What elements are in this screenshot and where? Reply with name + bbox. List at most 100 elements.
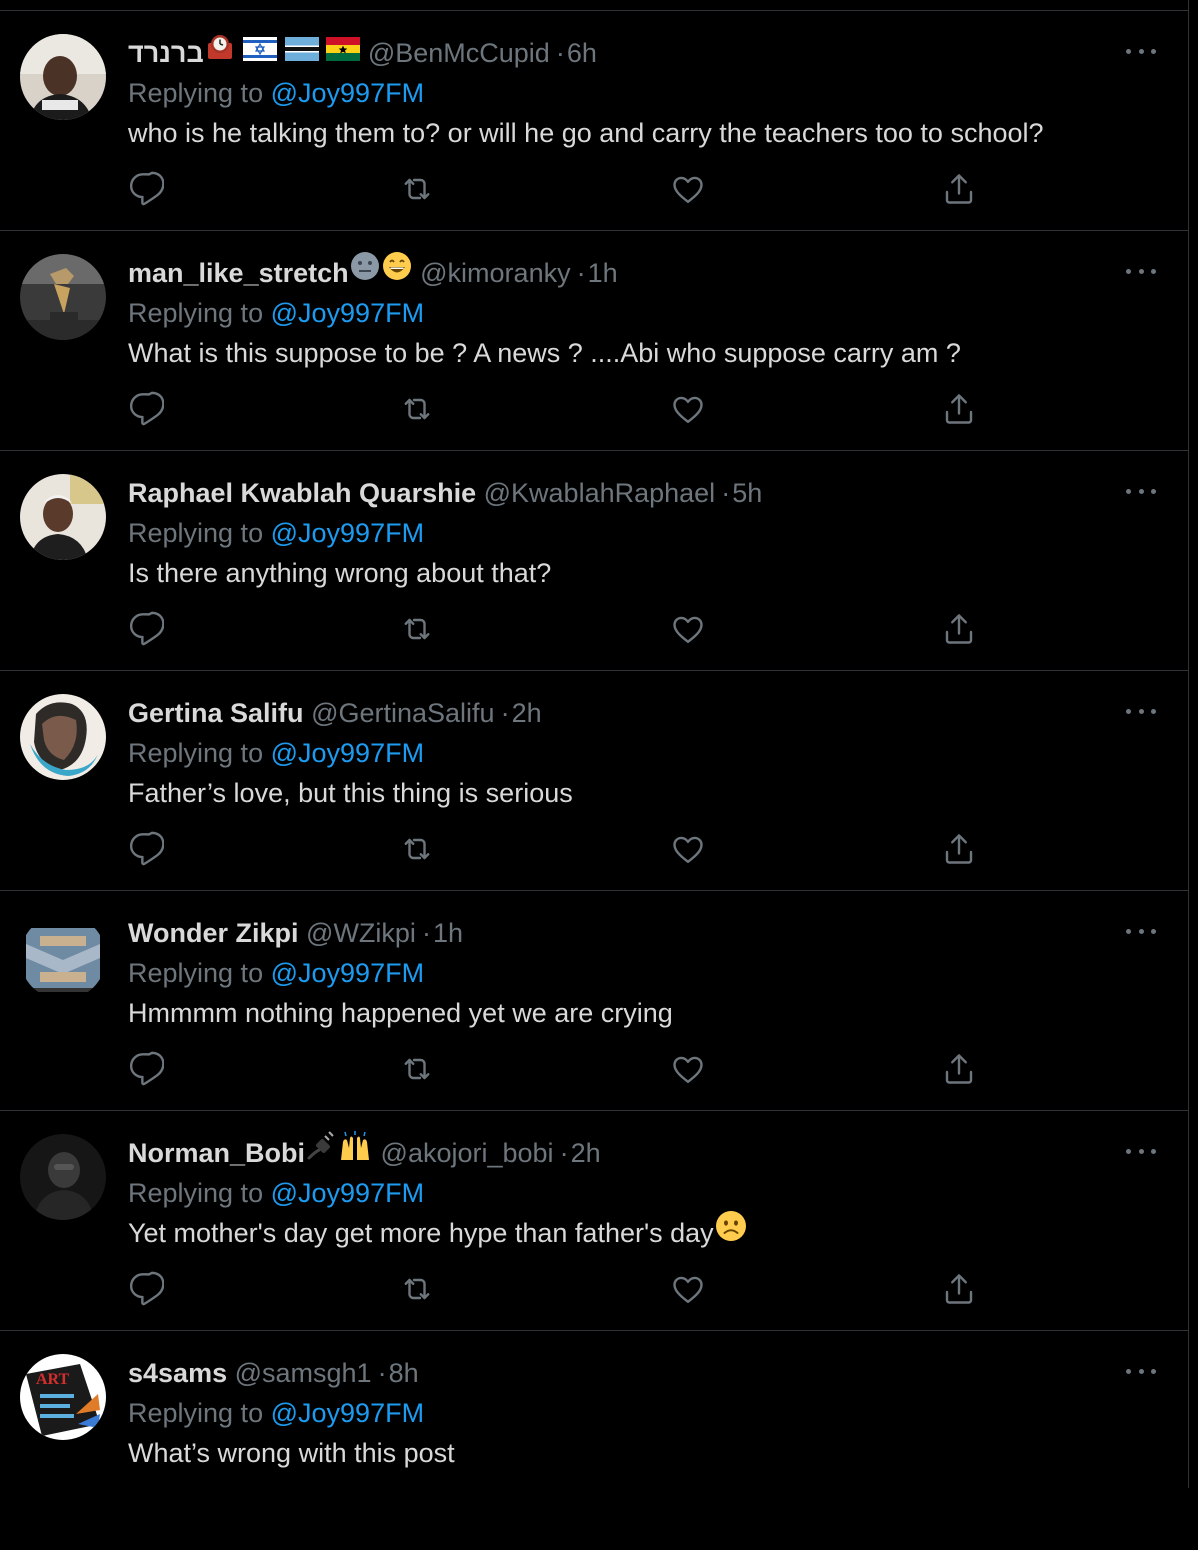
timestamp[interactable]: 1h bbox=[588, 258, 618, 288]
like-icon[interactable] bbox=[670, 611, 706, 647]
flag-botswana-emoji bbox=[284, 32, 319, 72]
grinning-face-emoji bbox=[381, 250, 413, 293]
more-options-button[interactable] bbox=[1126, 45, 1156, 57]
tweet-text: Yet mother's day get more hype than fath… bbox=[128, 1218, 714, 1248]
like-icon[interactable] bbox=[670, 831, 706, 867]
avatar[interactable] bbox=[20, 1134, 106, 1220]
reply-icon[interactable] bbox=[128, 391, 164, 427]
replying-label: Replying to bbox=[128, 78, 264, 108]
more-options-button[interactable] bbox=[1126, 1365, 1156, 1377]
timestamp[interactable]: 8h bbox=[389, 1358, 419, 1388]
user-handle[interactable]: @samsgh1 bbox=[235, 1358, 372, 1388]
avatar[interactable] bbox=[20, 254, 106, 340]
timestamp[interactable]: 2h bbox=[512, 698, 542, 728]
user-handle[interactable]: @kimoranky bbox=[420, 258, 570, 288]
display-name[interactable]: ברנרד bbox=[128, 38, 204, 68]
replying-label: Replying to bbox=[128, 1398, 264, 1428]
retweet-icon[interactable] bbox=[399, 1051, 435, 1087]
raising-hands-emoji bbox=[337, 1130, 373, 1173]
display-name[interactable]: s4sams bbox=[128, 1358, 227, 1388]
tweet-text: What is this suppose to be ? A news ? ..… bbox=[128, 338, 961, 368]
avatar[interactable] bbox=[20, 34, 106, 120]
mention-link[interactable]: @Joy997FM bbox=[271, 298, 424, 328]
user-handle[interactable]: @GertinaSalifu bbox=[311, 698, 495, 728]
replying-label: Replying to bbox=[128, 298, 264, 328]
more-options-button[interactable] bbox=[1126, 265, 1156, 277]
mention-link[interactable]: @Joy997FM bbox=[271, 1398, 424, 1428]
user-handle[interactable]: @WZikpi bbox=[306, 918, 416, 948]
replying-label: Replying to bbox=[128, 958, 264, 988]
retweet-icon[interactable] bbox=[399, 831, 435, 867]
timestamp[interactable]: 1h bbox=[433, 918, 463, 948]
separator-dot: · bbox=[421, 918, 431, 948]
reply-icon[interactable] bbox=[128, 1271, 164, 1307]
replying-to: Replying to @Joy997FM bbox=[128, 73, 1148, 113]
display-name[interactable]: Gertina Salifu bbox=[128, 698, 304, 728]
user-handle[interactable]: @KwablahRaphael bbox=[484, 478, 716, 508]
like-icon[interactable] bbox=[670, 1271, 706, 1307]
mantelpiece-clock-emoji bbox=[204, 31, 236, 72]
tweet[interactable]: Norman_Bobi @akojori_bobi ·2h Replying to… bbox=[0, 1111, 1188, 1331]
timeline-border bbox=[1188, 0, 1189, 1488]
more-options-button[interactable] bbox=[1126, 1145, 1156, 1157]
avatar[interactable] bbox=[20, 474, 106, 560]
neutral-face-emoji bbox=[349, 250, 381, 293]
share-icon[interactable] bbox=[941, 1051, 977, 1087]
more-options-button[interactable] bbox=[1126, 925, 1156, 937]
display-name[interactable]: Raphael Kwablah Quarshie bbox=[128, 478, 476, 508]
tweet-actions bbox=[128, 1271, 988, 1307]
retweet-icon[interactable] bbox=[399, 611, 435, 647]
tweet[interactable]: Raphael Kwablah Quarshie @KwablahRaphael… bbox=[0, 451, 1188, 671]
mention-link[interactable]: @Joy997FM bbox=[271, 518, 424, 548]
tweet-actions bbox=[128, 1051, 988, 1087]
mention-link[interactable]: @Joy997FM bbox=[271, 738, 424, 768]
tweet-text: who is he talking them to? or will he go… bbox=[128, 118, 1044, 148]
timestamp[interactable]: 5h bbox=[732, 478, 762, 508]
like-icon[interactable] bbox=[670, 391, 706, 427]
slightly-frowning-face-emoji bbox=[714, 1209, 748, 1254]
mention-link[interactable]: @Joy997FM bbox=[271, 1178, 424, 1208]
reply-feed: ברנרד @BenMcCupid ·6h Replying to @Joy997… bbox=[0, 11, 1188, 1550]
like-icon[interactable] bbox=[670, 171, 706, 207]
avatar[interactable]: ART bbox=[20, 1354, 106, 1440]
avatar-logo-text: ART bbox=[36, 1371, 70, 1388]
mention-link[interactable]: @Joy997FM bbox=[271, 958, 424, 988]
avatar[interactable] bbox=[20, 694, 106, 780]
share-icon[interactable] bbox=[941, 831, 977, 867]
share-icon[interactable] bbox=[941, 611, 977, 647]
display-name[interactable]: Norman_Bobi bbox=[128, 1138, 305, 1168]
user-handle[interactable]: @akojori_bobi bbox=[381, 1138, 554, 1168]
timestamp[interactable]: 6h bbox=[567, 38, 597, 68]
tweet-text: Is there anything wrong about that? bbox=[128, 558, 552, 588]
more-options-button[interactable] bbox=[1126, 705, 1156, 717]
share-icon[interactable] bbox=[941, 391, 977, 427]
replying-to: Replying to @Joy997FM bbox=[128, 293, 1148, 333]
mention-link[interactable]: @Joy997FM bbox=[271, 78, 424, 108]
tweet[interactable]: Wonder Zikpi @WZikpi ·1h Replying to @Joy… bbox=[0, 891, 1188, 1111]
avatar[interactable] bbox=[20, 914, 106, 1000]
tweet[interactable]: ART s4sams @samsgh1·8h Replying to @Joy9… bbox=[0, 1331, 1188, 1550]
replying-label: Replying to bbox=[128, 738, 264, 768]
separator-dot: · bbox=[721, 478, 731, 508]
reply-icon[interactable] bbox=[128, 171, 164, 207]
reply-icon[interactable] bbox=[128, 611, 164, 647]
retweet-icon[interactable] bbox=[399, 1271, 435, 1307]
display-name[interactable]: Wonder Zikpi bbox=[128, 918, 299, 948]
retweet-icon[interactable] bbox=[399, 391, 435, 427]
share-icon[interactable] bbox=[941, 1271, 977, 1307]
tweet[interactable]: man_like_stretch @kimoranky ·1h Replying … bbox=[0, 231, 1188, 451]
retweet-icon[interactable] bbox=[399, 171, 435, 207]
timestamp[interactable]: 2h bbox=[571, 1138, 601, 1168]
tweet[interactable]: ברנרד @BenMcCupid ·6h Replying to @Joy997… bbox=[0, 11, 1188, 231]
share-icon[interactable] bbox=[941, 171, 977, 207]
more-options-button[interactable] bbox=[1126, 485, 1156, 497]
user-handle[interactable]: @BenMcCupid bbox=[368, 38, 550, 68]
separator-dot: · bbox=[559, 1138, 569, 1168]
like-icon[interactable] bbox=[670, 1051, 706, 1087]
display-name[interactable]: man_like_stretch bbox=[128, 258, 349, 288]
separator-dot: · bbox=[500, 698, 510, 728]
tweet[interactable]: Gertina Salifu @GertinaSalifu ·2h Replyin… bbox=[0, 671, 1188, 891]
reply-icon[interactable] bbox=[128, 1051, 164, 1087]
separator-dot: · bbox=[555, 38, 565, 68]
reply-icon[interactable] bbox=[128, 831, 164, 867]
